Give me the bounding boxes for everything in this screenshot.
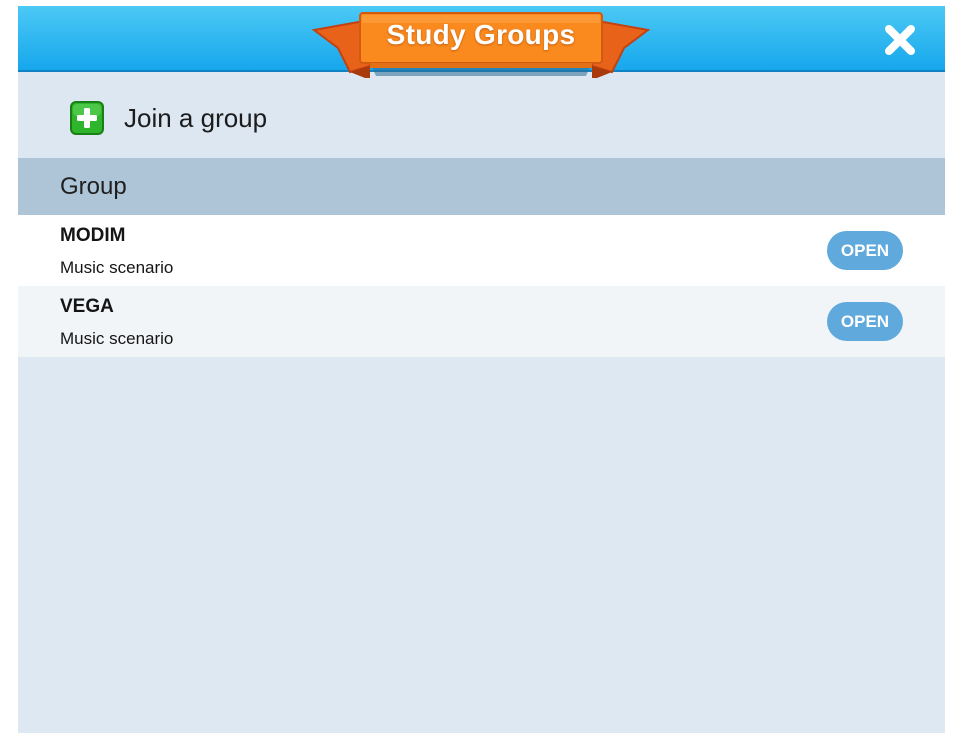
join-group-row: Join a group [18, 78, 945, 158]
group-scenario: Music scenario [60, 258, 174, 277]
open-button[interactable]: OPEN [827, 231, 903, 270]
open-button[interactable]: OPEN [827, 302, 903, 341]
column-header-group: Group [60, 172, 127, 200]
join-group-label: Join a group [124, 102, 268, 133]
title-ribbon: Study Groups [310, 10, 652, 86]
group-scenario: Music scenario [60, 329, 174, 348]
title-bar: Study Groups [18, 6, 945, 80]
page-title: Study Groups [386, 19, 576, 50]
plus-icon [70, 101, 104, 135]
close-icon [885, 25, 915, 55]
group-name: VEGA [60, 296, 114, 317]
study-groups-panel: Study Groups Join a group Group MODIM Mu… [18, 6, 945, 733]
close-button[interactable] [880, 20, 920, 60]
table-row: MODIM Music scenario OPEN [18, 215, 945, 286]
join-group-button[interactable]: Join a group [70, 101, 267, 135]
table-row: VEGA Music scenario OPEN [18, 286, 945, 357]
group-name: MODIM [60, 225, 126, 246]
table-header: Group [18, 158, 945, 215]
